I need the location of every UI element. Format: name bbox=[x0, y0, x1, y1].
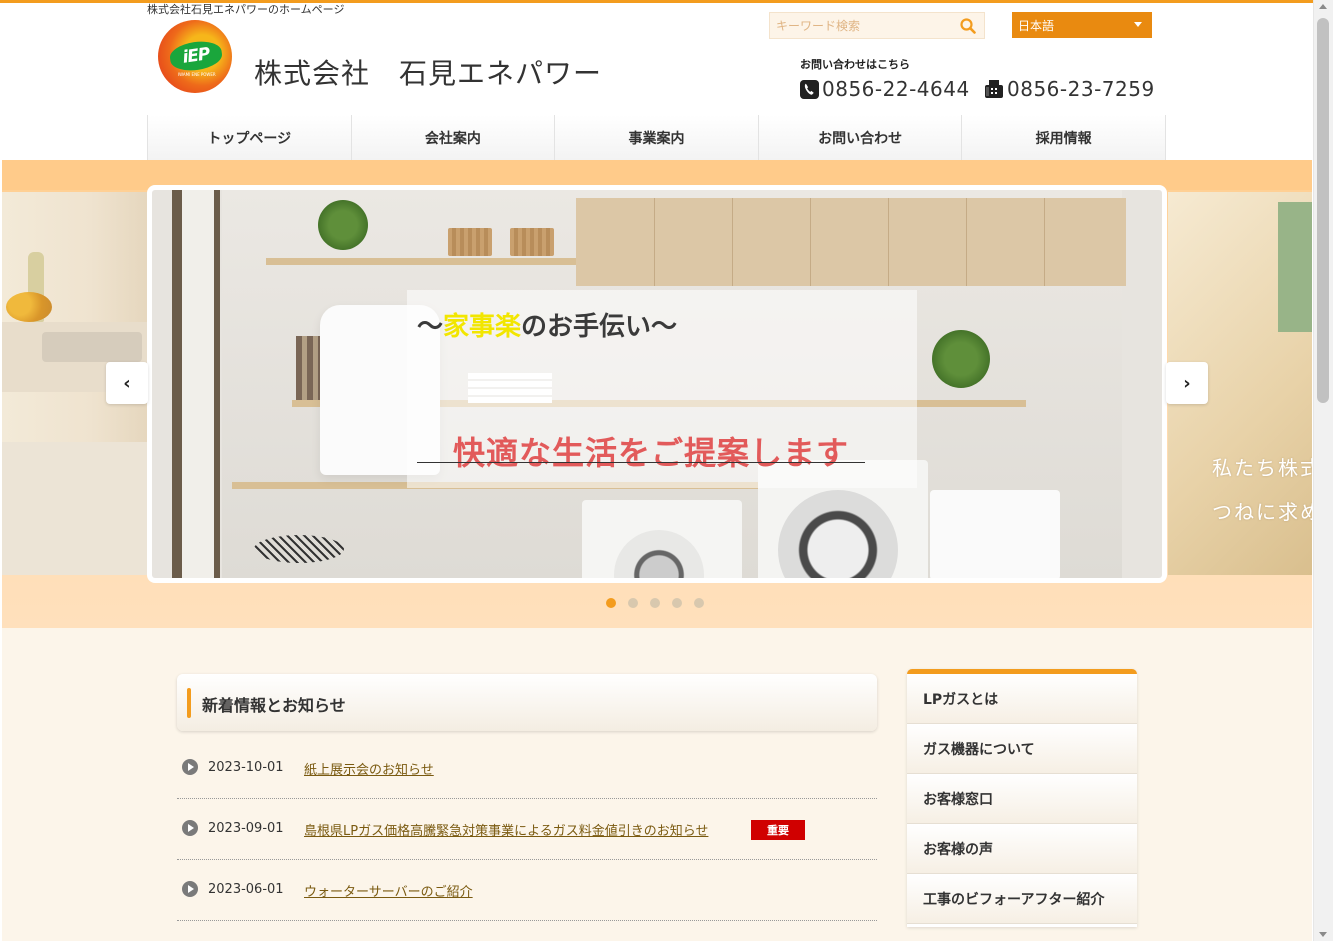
slider-dot-5[interactable] bbox=[694, 598, 704, 608]
chevron-down-icon bbox=[1134, 22, 1142, 27]
news-date: 2023-09-01 bbox=[208, 821, 284, 836]
news-link[interactable]: 島根県LPガス価格高騰緊急対策事業によるガス料金値引きのお知らせ bbox=[304, 820, 708, 839]
play-circle-icon bbox=[182, 881, 198, 897]
sidebar-item-customer-window[interactable]: お客様窓口 bbox=[907, 774, 1137, 824]
heading-accent-bar bbox=[187, 688, 191, 718]
news-item: 2023-09-01 島根県LPガス価格高騰緊急対策事業によるガス料金値引きのお… bbox=[177, 799, 877, 860]
slide-caption-main: 快適な生活をご提案します bbox=[453, 434, 850, 472]
next-slide-text-1: 私たち株式 bbox=[1212, 456, 1312, 480]
company-logo[interactable]: iEP IWAMI ENE POWER bbox=[158, 20, 232, 93]
sidebar-menu: LPガスとは ガス機器について お客様窓口 お客様の声 工事のビフォーアフター紹… bbox=[907, 669, 1137, 927]
slide-caption-highlight: 家事楽 bbox=[443, 312, 522, 342]
sidebar-item-lpgas[interactable]: LPガスとは bbox=[907, 674, 1137, 724]
play-circle-icon bbox=[182, 759, 198, 775]
slider-pagination bbox=[606, 598, 704, 608]
logo-badge: iEP bbox=[168, 38, 224, 74]
slider-dot-1[interactable] bbox=[606, 598, 616, 608]
global-nav: トップページ 会社案内 事業案内 お問い合わせ 採用情報 bbox=[147, 115, 1166, 160]
slide-caption: 〜家事楽のお手伝い〜 快適な生活をご提案します bbox=[407, 290, 917, 488]
news-heading-text: 新着情報とお知らせ bbox=[202, 696, 346, 715]
sidebar-item-customer-voice[interactable]: お客様の声 bbox=[907, 824, 1137, 874]
fax-number: 0856-23-7259 bbox=[984, 77, 1155, 101]
vertical-scrollbar[interactable] bbox=[1313, 0, 1333, 941]
search-input[interactable] bbox=[770, 13, 950, 38]
nav-item-contact[interactable]: お問い合わせ bbox=[757, 115, 962, 160]
news-item: 2023-06-01 ウォーターサーバーのご紹介 bbox=[177, 860, 877, 921]
contact-label: お問い合わせはこちら bbox=[800, 58, 910, 71]
caption-underline bbox=[417, 462, 865, 463]
fax-icon bbox=[985, 80, 1003, 98]
news-item: 2023-10-01 紙上展示会のお知らせ bbox=[177, 738, 877, 799]
language-select[interactable]: 日本語 bbox=[1012, 12, 1152, 38]
main-slider: 〜家事楽のお手伝い〜 快適な生活をご提案します bbox=[147, 185, 1167, 583]
play-circle-icon bbox=[182, 820, 198, 836]
scrollbar-thumb[interactable] bbox=[1317, 18, 1329, 403]
news-date: 2023-10-01 bbox=[208, 760, 284, 775]
nav-item-recruit[interactable]: 採用情報 bbox=[961, 115, 1166, 160]
news-date: 2023-06-01 bbox=[208, 882, 284, 897]
tel-text: 0856-22-4644 bbox=[822, 77, 970, 101]
important-badge: 重要 bbox=[751, 820, 805, 840]
news-link[interactable]: 紙上展示会のお知らせ bbox=[304, 759, 434, 778]
slide-caption-title: 〜家事楽のお手伝い〜 bbox=[417, 312, 678, 342]
nav-item-business[interactable]: 事業案内 bbox=[554, 115, 758, 160]
language-selected: 日本語 bbox=[1018, 19, 1055, 33]
sidebar-item-gas-appliances[interactable]: ガス機器について bbox=[907, 724, 1137, 774]
news-link[interactable]: ウォーターサーバーのご紹介 bbox=[304, 881, 473, 900]
next-slide-text-2: つねに求め bbox=[1212, 500, 1312, 524]
phone-icon bbox=[800, 79, 819, 99]
search-icon[interactable] bbox=[960, 18, 976, 34]
nav-item-company[interactable]: 会社案内 bbox=[350, 115, 555, 160]
scroll-up-icon[interactable] bbox=[1319, 4, 1327, 9]
news-heading: 新着情報とお知らせ bbox=[177, 674, 877, 731]
fax-text: 0856-23-7259 bbox=[1007, 77, 1155, 101]
company-name: 株式会社 石見エネパワー bbox=[254, 57, 603, 90]
site-tagline: 株式会社石見エネパワーのホームページ bbox=[147, 3, 345, 16]
chevron-left-icon: ‹ bbox=[123, 372, 131, 394]
slide-image-laundry: 〜家事楽のお手伝い〜 快適な生活をご提案します bbox=[152, 190, 1162, 578]
chevron-right-icon: › bbox=[1183, 372, 1191, 394]
sidebar-item-before-after[interactable]: 工事のビフォーアフター紹介 bbox=[907, 874, 1137, 924]
slider-dot-4[interactable] bbox=[672, 598, 682, 608]
slider-dot-2[interactable] bbox=[628, 598, 638, 608]
scroll-down-icon[interactable] bbox=[1319, 932, 1327, 937]
search-box bbox=[769, 12, 985, 39]
slider-next-button[interactable]: › bbox=[1166, 362, 1208, 404]
tel-number[interactable]: 0856-22-4644 bbox=[800, 77, 970, 101]
slider-prev-button[interactable]: ‹ bbox=[106, 362, 148, 404]
slider-dot-3[interactable] bbox=[650, 598, 660, 608]
logo-text: iEP bbox=[181, 44, 211, 68]
logo-subtext: IWAMI ENE POWER bbox=[178, 72, 216, 77]
nav-item-top[interactable]: トップページ bbox=[147, 115, 351, 160]
